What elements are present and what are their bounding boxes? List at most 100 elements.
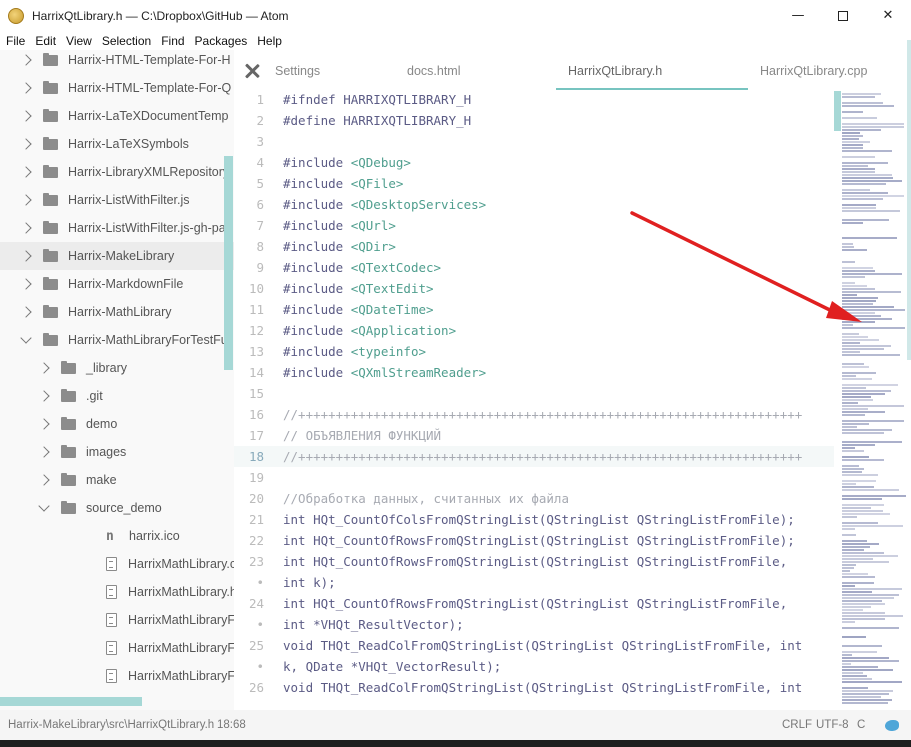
minimap-line	[842, 678, 872, 680]
minimap-line	[842, 444, 875, 446]
close-button[interactable]: ✕	[865, 0, 911, 31]
tree-item[interactable]: HarrixMathLibrary.h	[0, 578, 234, 606]
tree-item[interactable]: Harrix-HTML-Template-For-H	[0, 50, 234, 74]
line-number: 3	[256, 134, 264, 149]
maximize-button[interactable]	[820, 0, 866, 31]
chevron-right-icon[interactable]	[38, 418, 50, 430]
tree-item[interactable]: HarrixMathLibraryForTe	[0, 634, 234, 662]
menu-packages[interactable]: Packages	[190, 34, 253, 48]
minimap-line	[842, 261, 855, 263]
menu-edit[interactable]: Edit	[30, 34, 61, 48]
code-text: k, QDate *VHQt_VectorResult);	[283, 659, 502, 674]
chevron-right-icon[interactable]	[20, 278, 32, 290]
chevron-right-icon[interactable]	[20, 306, 32, 318]
tree-horizontal-scrollbar[interactable]	[0, 697, 142, 706]
minimap-visible-region[interactable]	[834, 91, 841, 131]
minimap-line	[842, 516, 857, 518]
menu-file[interactable]: File	[0, 34, 30, 48]
folder-icon	[43, 52, 58, 66]
minimize-button[interactable]: —	[775, 0, 821, 31]
twitter-icon[interactable]	[885, 710, 899, 740]
tab-settings[interactable]: Settings	[244, 50, 320, 91]
minimap-line	[842, 327, 905, 329]
tree-item-label: Harrix-ListWithFilter.js-gh-pag	[68, 221, 233, 235]
menu-help[interactable]: Help	[252, 34, 287, 48]
code-line: //Обработка данных, считанных их файла	[283, 491, 569, 506]
minimap[interactable]	[834, 91, 911, 710]
menu-view[interactable]: View	[61, 34, 97, 48]
chevron-right-icon[interactable]	[38, 474, 50, 486]
tree-item[interactable]: Harrix-HTML-Template-For-Q	[0, 74, 234, 102]
menu-find[interactable]: Find	[156, 34, 189, 48]
chevron-right-icon[interactable]	[20, 138, 32, 150]
chevron-right-icon[interactable]	[20, 194, 32, 206]
minimap-line	[842, 594, 899, 596]
minimap-line	[842, 243, 853, 245]
minimap-line	[842, 582, 874, 584]
minimap-line	[842, 183, 886, 185]
tab-harrixqtlibrary-cpp[interactable]: HarrixQtLibrary.cpp	[760, 50, 867, 91]
minimap-line	[842, 126, 904, 128]
tree-item[interactable]: HarrixMathLibraryForTe	[0, 606, 234, 634]
chevron-down-icon[interactable]	[38, 500, 50, 512]
code-line: int HQt_CountOfRowsFromQStringList(QStri…	[283, 533, 795, 548]
tree-item[interactable]: Harrix-LibraryXMLRepository	[0, 158, 234, 186]
chevron-right-icon[interactable]	[38, 390, 50, 402]
status-grammar[interactable]: C	[857, 710, 865, 740]
chevron-down-icon[interactable]	[20, 332, 32, 344]
tree-item[interactable]: Harrix-ListWithFilter.js-gh-pag	[0, 214, 234, 242]
chevron-right-icon[interactable]	[20, 166, 32, 178]
tree-item[interactable]: source_demo	[0, 494, 234, 522]
tree-item[interactable]: HarrixMathLibraryForTe	[0, 662, 234, 690]
tree-item[interactable]: HarrixMathLibrary.cpp	[0, 550, 234, 578]
minimap-line	[842, 306, 894, 308]
code-line: #include <QDir>	[283, 239, 396, 254]
minimap-line	[842, 339, 879, 341]
line-number: •	[256, 617, 264, 632]
minimap-line	[842, 618, 885, 620]
minimap-line	[842, 198, 883, 200]
tab-docs-html[interactable]: docs.html	[407, 50, 461, 91]
chevron-right-icon[interactable]	[20, 82, 32, 94]
status-cursor-position[interactable]: 18:68	[217, 719, 246, 731]
tree-item[interactable]: make	[0, 466, 234, 494]
tree-scrollbar[interactable]	[224, 156, 233, 370]
tree-item[interactable]: Harrix-MarkdownFile	[0, 270, 234, 298]
minimap-line	[842, 513, 890, 515]
tree-item[interactable]: images	[0, 438, 234, 466]
folder-icon	[61, 416, 76, 430]
tree-item[interactable]: _library	[0, 354, 234, 382]
minimap-line	[842, 408, 868, 410]
code-editor[interactable]: 1 #ifndef HARRIXQTLIBRARY_H 2 #define HARRI…	[234, 91, 834, 710]
tree-item[interactable]: Harrix-MathLibrary	[0, 298, 234, 326]
minimap-line	[842, 324, 853, 326]
tree-item[interactable]: Harrix-LaTeXDocumentTemp	[0, 102, 234, 130]
chevron-right-icon[interactable]	[38, 446, 50, 458]
editor-scrollbar[interactable]	[907, 40, 911, 360]
minimap-line	[842, 546, 870, 548]
tree-item[interactable]: n harrix.ico	[0, 522, 234, 550]
line-number: 22	[248, 533, 264, 548]
minimap-line	[842, 291, 901, 293]
chevron-right-icon[interactable]	[20, 110, 32, 122]
tree-item[interactable]: .git	[0, 382, 234, 410]
chevron-right-icon[interactable]	[38, 362, 50, 374]
chevron-right-icon[interactable]	[20, 250, 32, 262]
tree-item[interactable]: Harrix-MathLibraryForTestFu	[0, 326, 234, 354]
chevron-right-icon[interactable]	[20, 222, 32, 234]
tree-item-label: make	[86, 473, 117, 487]
tree-item[interactable]: Harrix-MakeLibrary	[0, 242, 234, 270]
code-line: #include <QDebug>	[283, 155, 411, 170]
chevron-right-icon[interactable]	[20, 54, 32, 66]
minimap-line	[842, 597, 894, 599]
tree-item[interactable]: Harrix-ListWithFilter.js	[0, 186, 234, 214]
tab-harrixqtlibrary-h[interactable]: HarrixQtLibrary.h	[568, 50, 662, 91]
menu-bar: File Edit View Selection Find Packages H…	[0, 31, 911, 50]
status-line-ending[interactable]: CRLF	[782, 710, 812, 740]
tree-item[interactable]: demo	[0, 410, 234, 438]
window-title: HarrixQtLibrary.h — C:\Dropbox\GitHub — …	[32, 8, 289, 23]
status-encoding[interactable]: UTF-8	[816, 710, 849, 740]
tree-item[interactable]: Harrix-LaTeXSymbols	[0, 130, 234, 158]
status-file-path[interactable]: Harrix-MakeLibrary\src\HarrixQtLibrary.h	[8, 719, 214, 731]
menu-selection[interactable]: Selection	[97, 34, 156, 48]
